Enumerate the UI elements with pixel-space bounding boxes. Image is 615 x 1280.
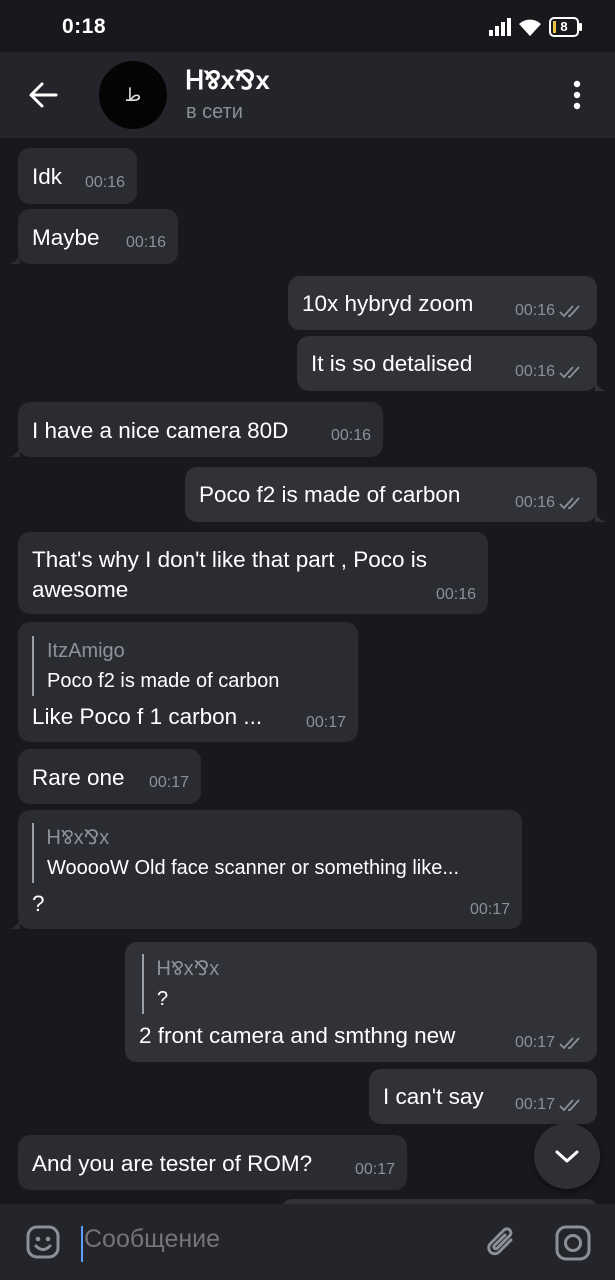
avatar[interactable]: ﻁ <box>99 61 167 129</box>
message-text: 10x hybryd zoom <box>302 291 474 316</box>
message-time: 00:16 <box>84 174 125 191</box>
read-checks-icon <box>559 305 580 318</box>
message-text: Rare one <box>32 765 125 790</box>
back-arrow-icon[interactable] <box>26 78 60 112</box>
message-time: 00:16 <box>514 363 555 380</box>
message-time: 00:17 <box>305 714 346 731</box>
message-text: ? <box>32 891 45 916</box>
message-text: Idk <box>32 164 63 189</box>
bubble-tail <box>595 510 607 522</box>
message-time: 00:16 <box>514 302 555 319</box>
reply-text: Poco f2 is made of carbon <box>47 670 280 692</box>
message-incoming[interactable]: And you are tester of ROM? 00:17 <box>18 1135 407 1190</box>
message-meta: 00:16 <box>515 357 585 387</box>
message-composer <box>0 1204 615 1280</box>
reply-author: Ꮋ⅋x⅋x <box>157 958 220 980</box>
message-time: 00:16 <box>330 427 371 444</box>
chat-header: ﻁ Ꮋ⅋x⅋x в сети <box>0 52 615 138</box>
message-outgoing[interactable]: It is so detalised 00:16 <box>297 336 597 391</box>
message-time: 00:17 <box>514 1096 555 1113</box>
message-incoming[interactable]: Idk 00:16 <box>18 148 137 204</box>
reply-author: Ꮋ⅋x⅋x <box>47 827 110 849</box>
message-incoming[interactable]: That's why I don't like that part , Poco… <box>18 532 488 614</box>
reply-quote[interactable]: ItzAmigo Poco f2 is made of carbon <box>32 636 279 696</box>
message-text: I have a nice camera 80D <box>32 418 289 443</box>
read-checks-icon <box>559 1037 580 1050</box>
avatar-image: ﻁ <box>124 85 142 105</box>
message-incoming-reply[interactable]: Ꮋ⅋x⅋x WooooW Old face scanner or somethi… <box>18 810 522 929</box>
reply-quote[interactable]: Ꮋ⅋x⅋x WooooW Old face scanner or somethi… <box>32 823 459 883</box>
reply-text: ? <box>157 988 169 1010</box>
message-time: 00:16 <box>435 586 476 603</box>
read-checks-icon <box>559 497 580 510</box>
message-text: Maybe <box>32 225 100 250</box>
message-time: 00:17 <box>148 774 189 791</box>
message-time: 00:17 <box>514 1034 555 1051</box>
message-text: I can't say <box>383 1084 484 1109</box>
message-incoming[interactable]: Rare one 00:17 <box>18 749 201 804</box>
signal-icon <box>489 18 511 36</box>
message-incoming-reply[interactable]: ItzAmigo Poco f2 is made of carbon Like … <box>18 622 358 742</box>
wifi-icon <box>519 19 541 36</box>
read-checks-icon <box>559 1099 580 1112</box>
reply-text: WooooW Old face scanner or something lik… <box>47 857 460 879</box>
message-meta: 00:16 <box>515 488 585 518</box>
message-outgoing[interactable]: 10x hybryd zoom 00:16 <box>288 276 597 330</box>
contact-status: в сети <box>186 101 243 123</box>
message-text: Like Poco f 1 carbon ... <box>32 704 263 729</box>
message-meta: 00:16 <box>515 296 585 326</box>
message-text: Poco f2 is made of carbon <box>199 482 461 507</box>
message-outgoing[interactable]: I can't say 00:17 <box>369 1069 597 1124</box>
message-incoming[interactable]: I have a nice camera 80D 00:16 <box>18 402 383 457</box>
message-time: 00:16 <box>125 234 166 251</box>
bubble-tail <box>8 917 20 929</box>
message-text: It is so detalised <box>311 351 473 376</box>
text-cursor <box>81 1226 83 1262</box>
emoji-icon[interactable] <box>25 1224 61 1260</box>
message-text-line-2: awesome <box>32 577 129 602</box>
status-bar: 0:18 8 <box>0 0 615 52</box>
bubble-tail <box>8 445 20 457</box>
status-time: 0:18 <box>62 15 107 38</box>
battery-icon: 8 <box>549 17 583 37</box>
attach-icon[interactable] <box>484 1224 520 1262</box>
message-input[interactable] <box>84 1225 464 1254</box>
reply-author: ItzAmigo <box>47 640 125 662</box>
message-incoming[interactable]: Maybe 00:16 <box>18 209 178 264</box>
more-vert-icon[interactable] <box>566 78 588 112</box>
message-outgoing-reply[interactable]: Ꮋ⅋x⅋x ? 2 front camera and smthng new 00… <box>125 942 597 1062</box>
message-text-line-1: That's why I don't like that part , Poco… <box>32 547 428 572</box>
message-meta: 00:17 <box>515 1028 585 1058</box>
reply-quote[interactable]: Ꮋ⅋x⅋x ? <box>142 954 219 1014</box>
message-time: 00:17 <box>354 1161 395 1178</box>
battery-level: 8 <box>560 19 568 34</box>
read-checks-icon <box>559 366 580 379</box>
message-time: 00:16 <box>514 494 555 511</box>
message-time: 00:17 <box>469 901 510 918</box>
message-outgoing[interactable]: Poco f2 is made of carbon 00:16 <box>185 467 597 522</box>
contact-name[interactable]: Ꮋ⅋x⅋x <box>186 65 270 97</box>
chevron-down-icon <box>555 1150 579 1163</box>
bubble-tail <box>8 252 20 264</box>
message-meta: 00:17 <box>515 1090 585 1120</box>
camera-icon[interactable] <box>554 1224 592 1262</box>
bubble-tail <box>595 379 607 391</box>
message-text: 2 front camera and smthng new <box>139 1023 456 1048</box>
message-text: And you are tester of ROM? <box>32 1151 313 1176</box>
scroll-down-button[interactable] <box>534 1123 600 1189</box>
